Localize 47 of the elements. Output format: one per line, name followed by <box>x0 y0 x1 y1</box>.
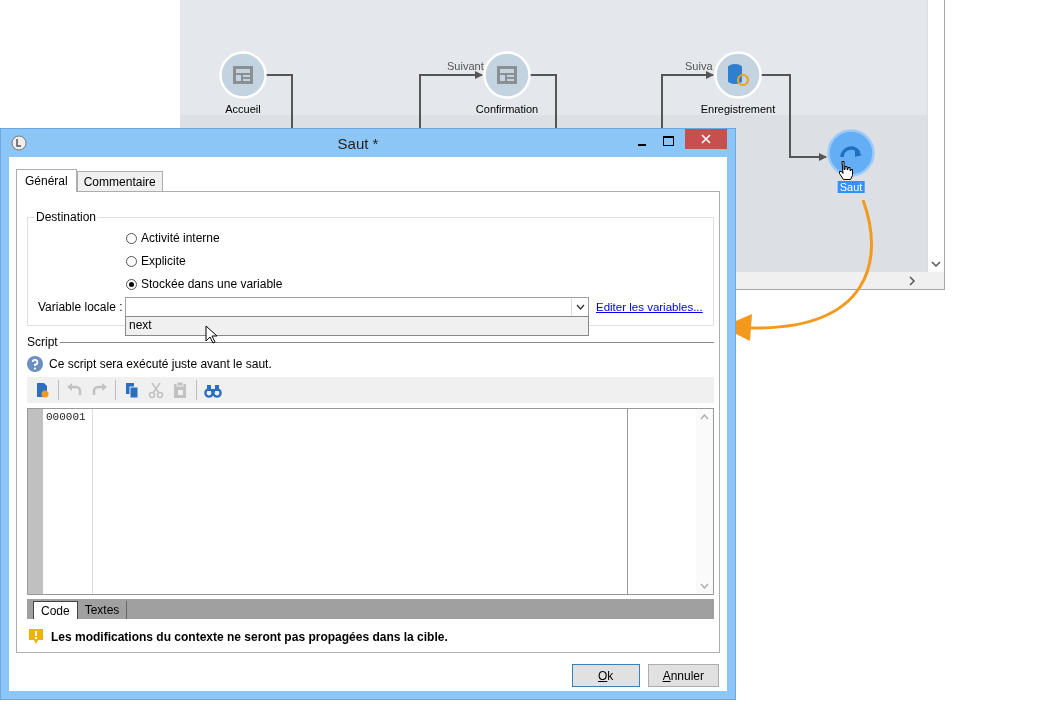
connector-label: Suivant <box>447 60 484 72</box>
editor-scrollbar[interactable] <box>696 409 713 594</box>
radio-label: Stockée dans une variable <box>141 277 283 291</box>
info-text: Ce script sera exécuté juste avant le saut. <box>49 357 272 371</box>
form-node[interactable] <box>483 51 531 99</box>
radio-label: Activité interne <box>141 231 220 245</box>
dialog-button[interactable]: Annuler <box>647 664 719 687</box>
connector-label: Suiva <box>685 60 713 72</box>
window-title: Saut * <box>336 134 380 152</box>
close-icon <box>701 134 711 144</box>
pointer-cursor-icon <box>205 325 219 345</box>
radio-button[interactable] <box>126 255 137 267</box>
code-editor[interactable]: 000001 <box>27 408 714 595</box>
field-label: Variable locale : <box>38 299 124 316</box>
chevron-right-icon <box>908 275 916 286</box>
hand-cursor-icon <box>838 160 854 180</box>
node-label: Accueil <box>224 103 262 115</box>
form-node[interactable] <box>219 51 267 99</box>
line-number: 000001 <box>46 411 87 423</box>
warning-text: Les modifications du contexte ne seront pas propagées dans la cible. <box>51 630 448 644</box>
warning-icon <box>27 628 45 646</box>
radio-button[interactable] <box>126 232 137 244</box>
radio-label: Explicite <box>141 254 186 268</box>
node-label: Saut <box>837 181 865 193</box>
edit-variables-link[interactable]: Editer les variables... <box>596 297 703 317</box>
tab[interactable]: Commentaire <box>76 171 163 191</box>
minimize-icon <box>638 143 646 146</box>
jump-node[interactable] <box>827 129 875 177</box>
node-label: Enregistrement <box>699 103 777 115</box>
dropdown-item[interactable]: next <box>126 317 588 335</box>
connector-line <box>265 74 293 129</box>
radio-button[interactable] <box>126 278 137 290</box>
app-icon <box>11 135 27 151</box>
chevron-down-icon <box>700 583 709 589</box>
group-label: Destination <box>35 210 98 224</box>
database-node[interactable] <box>714 51 762 99</box>
variable-dropdown[interactable] <box>125 297 589 317</box>
tab[interactable]: Général <box>16 169 77 192</box>
node-label: Confirmation <box>474 103 540 115</box>
editor-tab[interactable]: Code <box>33 601 78 619</box>
chevron-down-icon <box>931 260 941 268</box>
section-label: Script <box>27 335 58 349</box>
chevron-up-icon <box>700 414 709 420</box>
help-icon <box>27 356 43 372</box>
dialog-button[interactable]: Ok <box>571 664 640 687</box>
vertical-scrollbar[interactable] <box>927 0 944 272</box>
maximize-icon <box>662 136 674 146</box>
